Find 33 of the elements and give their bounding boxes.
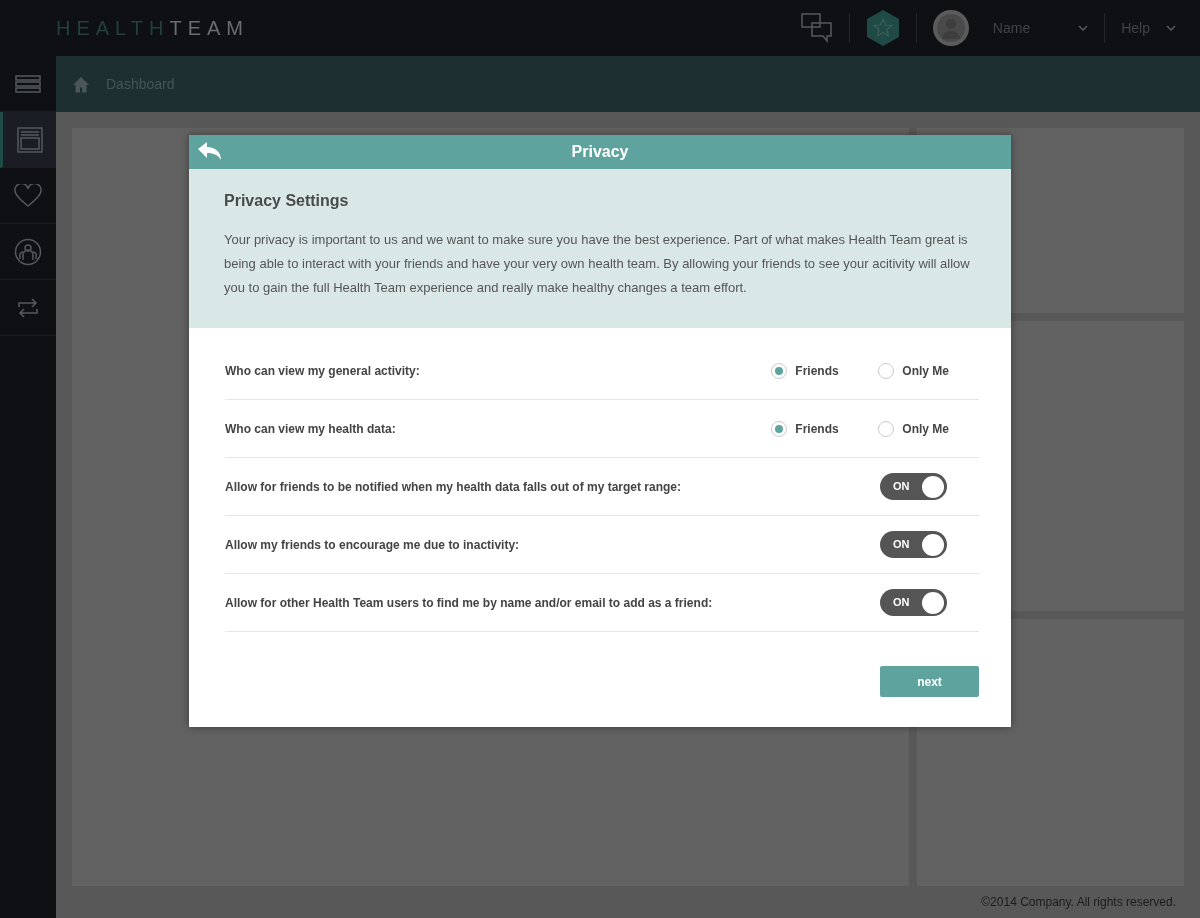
chevron-down-icon[interactable] bbox=[1078, 25, 1089, 31]
home-icon[interactable] bbox=[72, 75, 90, 93]
setting-label: Allow for other Health Team users to find me by name and/or email to add as a friend: bbox=[225, 594, 713, 612]
radio-button[interactable] bbox=[771, 362, 788, 379]
radio-label: Friends bbox=[795, 420, 839, 438]
toggle-switch[interactable]: ON bbox=[880, 589, 947, 617]
setting-label: Allow for friends to be notified when my health data falls out of my target range: bbox=[225, 478, 682, 496]
intro-paragraph: Your privacy is important to us and we want to make sure you have the best experience. Part of what makes Health Team great is being able to interact with your friends and have your very own health team. By allowing your friends to see your acitivity will allow you to gain the full Health Team experience and really make healthy changes a team effort. bbox=[224, 231, 971, 298]
star-badge-icon[interactable] bbox=[865, 9, 900, 47]
back-arrow-icon[interactable] bbox=[197, 141, 223, 161]
swap-arrows-icon[interactable] bbox=[17, 297, 39, 318]
copyright-text: ©2014 Company. All rights reserved. bbox=[981, 894, 1176, 911]
section-heading: Privacy Settings bbox=[224, 191, 350, 211]
heart-icon[interactable] bbox=[14, 183, 42, 208]
radio-label: Only Me bbox=[902, 420, 949, 438]
menu-icon[interactable] bbox=[15, 74, 41, 93]
toggle-switch[interactable]: ON bbox=[880, 473, 947, 501]
setting-label: Allow my friends to encourage me due to inactivity: bbox=[225, 536, 520, 554]
radio-button[interactable] bbox=[771, 420, 788, 437]
chat-icon[interactable] bbox=[800, 13, 833, 43]
dialog-title: Privacy bbox=[571, 142, 629, 162]
setting-label: Who can view my health data: bbox=[225, 420, 396, 438]
next-button[interactable]: next bbox=[880, 666, 979, 698]
setting-label: Who can view my general activity: bbox=[225, 362, 420, 380]
radio-button[interactable] bbox=[878, 420, 895, 437]
radio-label: Friends bbox=[795, 362, 839, 380]
avatar-icon[interactable] bbox=[932, 10, 969, 46]
people-icon[interactable] bbox=[14, 237, 42, 266]
radio-button[interactable] bbox=[878, 362, 895, 379]
radio-label: Only Me bbox=[902, 362, 949, 380]
window-icon[interactable] bbox=[16, 126, 43, 153]
toggle-switch[interactable]: ON bbox=[880, 531, 947, 559]
chevron-down-icon[interactable] bbox=[1166, 25, 1176, 31]
